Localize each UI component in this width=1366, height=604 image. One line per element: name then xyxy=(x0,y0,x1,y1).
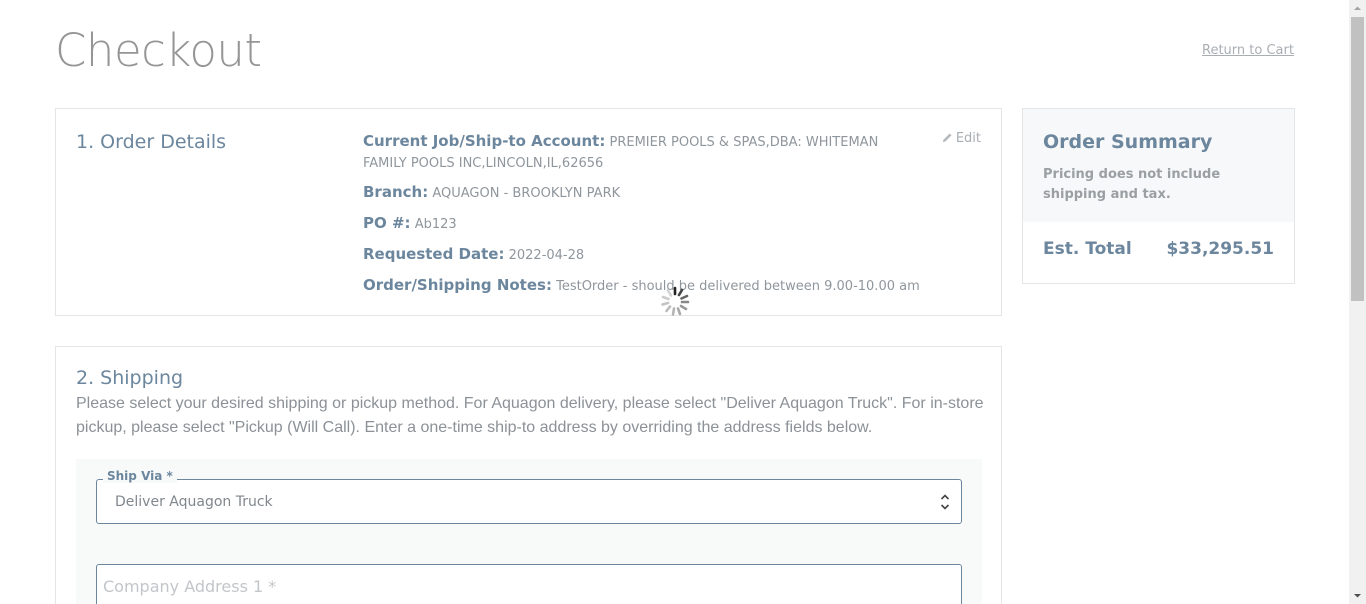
detail-row-requested-date: Requested Date: 2022-04-28 xyxy=(363,244,923,266)
company-address-1-field xyxy=(96,564,962,604)
detail-label: Requested Date: xyxy=(363,245,505,263)
estimated-total-label: Est. Total xyxy=(1043,239,1132,259)
scroll-up-icon[interactable] xyxy=(1349,0,1366,17)
order-details-list: Current Job/Ship-to Account: PREMIER POO… xyxy=(363,131,923,306)
order-details-heading: 1. Order Details xyxy=(76,131,227,153)
estimated-total-value: $33,295.51 xyxy=(1166,239,1274,259)
edit-order-details-link[interactable]: Edit xyxy=(942,131,981,146)
pencil-icon xyxy=(942,133,952,143)
detail-label: Branch: xyxy=(363,183,429,201)
order-summary-header: Order Summary Pricing does not include s… xyxy=(1023,109,1294,222)
detail-label: PO #: xyxy=(363,214,411,232)
order-summary-panel: Order Summary Pricing does not include s… xyxy=(1022,108,1295,284)
edit-label: Edit xyxy=(955,131,981,146)
shipping-description: Please select your desired shipping or p… xyxy=(76,395,984,436)
select-arrows-icon xyxy=(940,494,950,510)
detail-row-ship-to: Current Job/Ship-to Account: PREMIER POO… xyxy=(363,131,923,174)
shipping-heading: 2. Shipping xyxy=(76,367,184,389)
loading-spinner-icon xyxy=(661,286,690,316)
order-details-panel: 1. Order Details Current Job/Ship-to Acc… xyxy=(55,108,1002,316)
shipping-form: Ship Via * Deliver Aquagon Truck xyxy=(76,459,982,604)
ship-via-select[interactable]: Ship Via * Deliver Aquagon Truck xyxy=(96,469,962,524)
page-scrollbar[interactable] xyxy=(1349,0,1366,604)
scrollbar-thumb[interactable] xyxy=(1351,17,1364,301)
order-summary-title: Order Summary xyxy=(1043,131,1213,153)
return-to-cart-link[interactable]: Return to Cart xyxy=(1202,43,1294,58)
detail-label: Current Job/Ship-to Account: xyxy=(363,132,606,150)
detail-value: TestOrder - should be delivered between … xyxy=(556,279,920,294)
detail-label: Order/Shipping Notes: xyxy=(363,276,552,294)
page-title: Checkout xyxy=(55,24,262,77)
scroll-down-icon[interactable] xyxy=(1349,587,1366,604)
pricing-note: Pricing does not include shipping and ta… xyxy=(1043,167,1221,202)
detail-row-notes: Order/Shipping Notes: TestOrder - should… xyxy=(363,275,923,297)
ship-via-value: Deliver Aquagon Truck xyxy=(115,494,273,510)
company-address-1-input[interactable] xyxy=(97,565,961,604)
detail-value: Ab123 xyxy=(414,217,457,232)
detail-row-branch: Branch: AQUAGON - BROOKLYN PARK xyxy=(363,182,923,204)
estimated-total: Est. Total $33,295.51 xyxy=(1023,222,1294,259)
detail-value: 2022-04-28 xyxy=(508,248,585,263)
detail-value: AQUAGON - BROOKLYN PARK xyxy=(432,186,621,201)
shipping-panel: 2. Shipping Please select your desired s… xyxy=(55,346,1002,604)
ship-via-label: Ship Via * xyxy=(103,469,177,483)
detail-row-po: PO #: Ab123 xyxy=(363,213,923,235)
